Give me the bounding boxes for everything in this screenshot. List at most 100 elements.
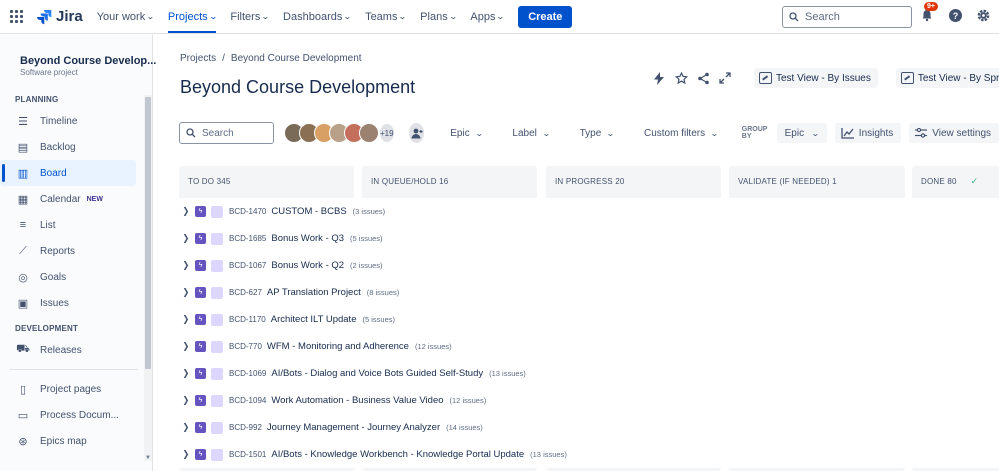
epic-swimlane-row[interactable]: ❯ ϟ BCD-770 WFM - Monitoring and Adherence (… (179, 333, 999, 360)
epic-swimlane-row[interactable]: ❯ ϟ BCD-992 Journey Management - Journey An… (179, 414, 999, 441)
filter-label-dropdown[interactable]: Label ⌄ (512, 128, 550, 139)
epic-key[interactable]: BCD-770 (229, 342, 262, 351)
breadcrumb-project[interactable]: Beyond Course Development (231, 53, 362, 64)
settings-icon[interactable] (974, 6, 992, 24)
scrollbar-thumb[interactable] (145, 97, 151, 369)
chevron-down-icon: ⌄ (208, 12, 218, 21)
project-type: Software project (20, 68, 78, 77)
epic-key[interactable]: BCD-1470 (229, 207, 266, 216)
expand-chevron-icon[interactable]: ❯ (183, 260, 192, 271)
sidebar-item-process-docs[interactable]: ▭ Process Docum... (0, 402, 136, 428)
epic-icon: ϟ (195, 449, 206, 460)
expand-chevron-icon[interactable]: ❯ (183, 314, 192, 325)
epic-swimlane-row[interactable]: ❯ ϟ BCD-1067 Bonus Work - Q2 (2 issues) (179, 252, 999, 279)
app-switcher-icon[interactable] (10, 9, 24, 24)
group-by-label: GROUP BY (741, 126, 768, 140)
more-people-badge[interactable]: +19 (378, 123, 395, 143)
column-header-validate[interactable]: VALIDATE (IF NEEDED) 1 (729, 166, 837, 197)
sidebar-item-goals[interactable]: ◎ Goals (0, 264, 136, 290)
filter-type[interactable]: Type ⌄ (579, 127, 615, 139)
view-settings-label: View settings (932, 127, 992, 139)
group-by-dropdown[interactable]: Epic ⌄ (776, 123, 827, 143)
column-header-in-queue[interactable]: IN QUEUE/HOLD 16 (362, 166, 448, 197)
add-people-icon[interactable] (408, 123, 425, 143)
epic-swimlane-row[interactable]: ❯ ϟ BCD-1094 Work Automation - Business Val… (179, 387, 999, 414)
epic-color-swatch (211, 421, 223, 434)
nav-dashboards[interactable]: Dashboards ⌄ (283, 11, 352, 23)
view-settings-button[interactable]: View settings (909, 123, 999, 143)
epic-swimlane-row[interactable]: ❯ ϟ BCD-1470 CUSTOM - BCBS (3 issues) (179, 198, 999, 225)
board-search-input[interactable]: Search (179, 122, 274, 144)
view-by-issues-button[interactable]: Test View - By Issues (754, 68, 878, 88)
column-header-done-wrap[interactable]: DONE 80 ✓ (912, 166, 978, 197)
notifications-icon[interactable]: 9+ (918, 2, 938, 24)
expand-chevron-icon[interactable]: ❯ (183, 449, 192, 460)
sidebar-item-calendar[interactable]: ▦ Calendar NEW (0, 186, 136, 212)
epic-key[interactable]: BCD-1685 (229, 234, 266, 243)
epic-key[interactable]: BCD-1067 (229, 261, 266, 270)
sidebar-scrollbar[interactable]: ▼ (144, 95, 152, 461)
epic-key[interactable]: BCD-1069 (229, 369, 266, 378)
nav-label: Plans (420, 10, 448, 23)
avatar[interactable] (358, 123, 379, 143)
filter-custom[interactable]: Custom filters ⌄ (644, 128, 719, 139)
epic-key[interactable]: BCD-627 (229, 288, 262, 297)
view-by-sprint-button[interactable]: Test View - By Sprint (895, 68, 999, 88)
epic-swimlane-row[interactable]: ❯ ϟ BCD-627 AP Translation Project (8 issues… (179, 279, 999, 306)
epic-color-swatch (211, 394, 223, 407)
column-header-todo[interactable]: TO DO 345 (179, 166, 231, 197)
epic-key[interactable]: BCD-992 (229, 423, 262, 432)
epic-swimlane-row[interactable]: ❯ ϟ BCD-1501 AI/Bots - Knowledge Workbench … (179, 441, 999, 468)
filter-epic[interactable]: Epic ⌄ (450, 128, 483, 139)
sidebar-item-label: Reports (40, 245, 76, 257)
epic-swimlane-row[interactable]: ❯ ϟ BCD-1170 Architect ILT Update (5 issues) (179, 306, 999, 333)
global-search-input[interactable]: Search (782, 6, 912, 28)
sidebar-item-label: Board (40, 167, 67, 179)
expand-chevron-icon[interactable]: ❯ (183, 206, 192, 217)
expand-chevron-icon[interactable]: ❯ (183, 287, 192, 298)
chevron-down-icon: ⌄ (146, 12, 155, 21)
help-icon[interactable]: ? (946, 6, 964, 24)
sidebar-item-list[interactable]: ≡ List (0, 212, 136, 238)
search-icon (789, 12, 799, 22)
project-header[interactable]: Beyond Course Develop... Software projec… (0, 35, 156, 83)
expand-chevron-icon[interactable]: ❯ (183, 233, 192, 244)
nav-teams[interactable]: Teams ⌄ (365, 11, 407, 23)
share-icon[interactable] (696, 71, 710, 85)
sidebar-item-epics-map[interactable]: ⊛ Epics map (0, 428, 136, 454)
epic-swimlane-row[interactable]: ❯ ϟ BCD-1069 AI/Bots - Dialog and Voice Bot… (179, 360, 999, 387)
breadcrumb-projects[interactable]: Projects (180, 53, 216, 64)
nav-projects[interactable]: Projects ⌄ (167, 11, 218, 33)
nav-apps[interactable]: Apps ⌄ (470, 11, 505, 23)
star-icon[interactable] (674, 71, 688, 85)
epic-key[interactable]: BCD-1501 (229, 450, 266, 459)
scroll-down-arrow-icon[interactable]: ▼ (144, 455, 152, 461)
sidebar-item-issues[interactable]: ▣ Issues (0, 290, 136, 316)
epic-swimlane-row[interactable]: ❯ ϟ BCD-1685 Bonus Work - Q3 (5 issues) (179, 225, 999, 252)
expand-chevron-icon[interactable]: ❯ (183, 368, 192, 379)
sidebar-item-releases[interactable]: ⛟ Releases (0, 337, 136, 363)
filter-label: Type (579, 127, 602, 139)
expand-chevron-icon[interactable]: ❯ (183, 422, 192, 433)
nav-your-work[interactable]: Your work ⌄ (97, 11, 155, 23)
sidebar-item-timeline[interactable]: ☰ Timeline (0, 108, 136, 134)
epic-icon: ϟ (195, 422, 206, 433)
create-button[interactable]: Create (518, 5, 573, 28)
nav-filters[interactable]: Filters ⌄ (230, 11, 270, 23)
sidebar-item-project-pages[interactable]: ▯ Project pages (0, 376, 136, 402)
column-header-in-progress[interactable]: IN PROGRESS 20 (546, 166, 625, 197)
sidebar-item-board[interactable]: ▥ Board (0, 160, 136, 186)
epic-summary: Bonus Work - Q2 (271, 260, 345, 271)
expand-chevron-icon[interactable]: ❯ (183, 395, 192, 406)
epic-key[interactable]: BCD-1170 (229, 315, 266, 324)
automation-icon[interactable] (652, 71, 666, 85)
jira-logo[interactable]: Jira (36, 8, 83, 25)
nav-plans[interactable]: Plans ⌄ (420, 10, 457, 23)
sidebar-item-backlog[interactable]: ▤ Backlog (0, 134, 136, 160)
epic-key[interactable]: BCD-1094 (229, 396, 266, 405)
sidebar-item-reports[interactable]: ⟋ Reports (0, 238, 136, 264)
insights-button[interactable]: Insights (834, 123, 902, 143)
expand-chevron-icon[interactable]: ❯ (183, 341, 192, 352)
fullscreen-icon[interactable] (718, 71, 732, 85)
done-check-icon: ✓ (970, 176, 979, 186)
